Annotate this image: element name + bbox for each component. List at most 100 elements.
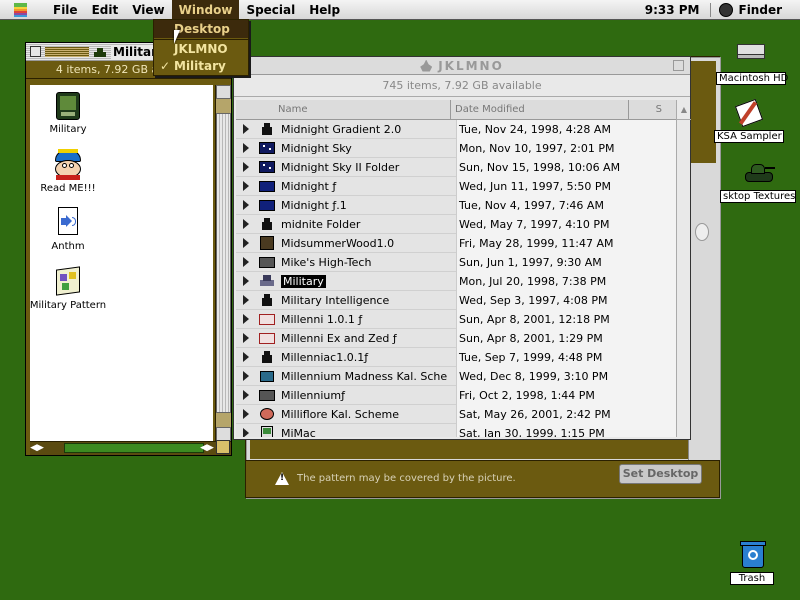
jklmno-titlebar[interactable]: JKLMNO (234, 57, 690, 75)
menu-view[interactable]: View (125, 0, 171, 20)
file-icon-readme[interactable]: Read ME!!! (30, 149, 118, 194)
row-name: Military (281, 274, 326, 288)
icon-label: Anthm (51, 241, 85, 252)
list-row[interactable]: MiMac Sat, Jan 30, 1999, 1:15 PM (236, 423, 676, 437)
disclosure-triangle-icon[interactable] (243, 257, 249, 267)
scroll-up-arrow[interactable] (216, 85, 231, 99)
disclosure-triangle-icon[interactable] (243, 238, 249, 248)
night-sky-icon (259, 141, 275, 155)
sort-direction-icon[interactable]: ▲ (677, 100, 691, 120)
disclosure-triangle-icon[interactable] (243, 200, 249, 210)
menu-edit[interactable]: Edit (85, 0, 126, 20)
desktop-icon-ksa-sampler[interactable]: KSA Sampler (714, 98, 784, 143)
sound-file-icon (52, 207, 84, 239)
disclosure-triangle-icon[interactable] (243, 181, 249, 191)
resize-grow-box[interactable] (216, 440, 230, 454)
list-row[interactable]: Mike's High-Tech Sun, Jun 1, 1997, 9:30 A… (236, 252, 676, 272)
list-row[interactable]: Milliflore Kal. Scheme Sat, May 26, 2001,… (236, 404, 676, 424)
menu-help[interactable]: Help (302, 0, 347, 20)
application-menu[interactable]: Finder (711, 3, 800, 17)
pattern-warning: The pattern may be covered by the pictur… (275, 472, 516, 485)
row-date: Tue, Nov 4, 1997, 7:46 AM (456, 195, 641, 215)
desktop-icon-macintosh-hd[interactable]: Macintosh HD (716, 40, 788, 85)
row-name: Midnight Gradient 2.0 (281, 122, 402, 136)
apple-menu-icon[interactable] (14, 2, 34, 17)
military-tank-icon (259, 274, 275, 288)
dark-folder-icon (259, 198, 275, 212)
file-icon-military[interactable]: Military (30, 90, 118, 135)
list-row[interactable]: Midnight ƒ.1 Tue, Nov 4, 1997, 7:46 AM (236, 195, 676, 215)
disclosure-triangle-icon[interactable] (243, 390, 249, 400)
disclosure-triangle-icon[interactable] (243, 162, 249, 172)
window-menu-item-desktop[interactable]: Desktop (154, 20, 248, 38)
row-name: Millennium Madness Kal. Scheme (281, 369, 448, 383)
pattern-scroll-knob[interactable] (695, 223, 709, 241)
row-size (641, 271, 676, 291)
disclosure-triangle-icon[interactable] (243, 124, 249, 134)
list-row[interactable]: Millenni Ex and Zed ƒ Sun, Apr 8, 2001, 1… (236, 328, 676, 348)
menu-window[interactable]: Window (171, 0, 240, 20)
file-icon-military-pattern[interactable]: Military Pattern (30, 266, 118, 311)
disclosure-triangle-icon[interactable] (243, 276, 249, 286)
window-menu-item-military[interactable]: ✓ Military (154, 57, 248, 75)
vertical-scrollbar[interactable]: ▲ (676, 100, 691, 437)
list-row[interactable]: Midnight ƒ Wed, Jun 11, 1997, 5:50 PM (236, 176, 676, 196)
zoom-box[interactable] (673, 60, 684, 71)
menu-file[interactable]: File (46, 0, 85, 20)
desktop-icon-trash[interactable]: Trash (730, 540, 774, 585)
disclosure-triangle-icon[interactable] (243, 314, 249, 324)
disclosure-triangle-icon[interactable] (243, 143, 249, 153)
row-size (641, 347, 676, 367)
list-row[interactable]: Midnight Sky II Folder Sun, Nov 15, 1998,… (236, 157, 676, 177)
menu-item-label: Desktop (174, 22, 230, 36)
close-box[interactable] (30, 46, 41, 57)
list-row[interactable]: Military Mon, Jul 20, 1998, 7:38 PM (236, 271, 676, 291)
menubar-clock[interactable]: 9:33 PM (645, 3, 711, 17)
row-name: Midnight ƒ (281, 179, 337, 193)
set-desktop-button[interactable]: Set Desktop (619, 464, 702, 484)
icon-label: Military Pattern (30, 300, 107, 311)
row-name: Millenni Ex and Zed ƒ (281, 331, 397, 345)
scroll-thumb[interactable] (64, 443, 204, 453)
scroll-thumb[interactable] (216, 113, 231, 413)
column-header-date[interactable]: Date Modified (451, 100, 629, 120)
disclosure-triangle-icon[interactable] (243, 409, 249, 419)
pattern-warning-text: The pattern may be covered by the pictur… (297, 473, 516, 484)
row-size (641, 195, 676, 215)
list-row[interactable]: Military Intelligence Wed, Sep 3, 1997, 4… (236, 290, 676, 310)
row-date: Sun, Jun 1, 1997, 9:30 AM (456, 252, 641, 272)
list-row[interactable]: Millenni 1.0.1 ƒ Sun, Apr 8, 2001, 12:18 … (236, 309, 676, 329)
list-row[interactable]: Midnight Gradient 2.0 Tue, Nov 24, 1998, … (236, 120, 676, 139)
icon-label: sktop Textures (720, 190, 796, 203)
icon-label: Read ME!!! (40, 183, 96, 194)
list-row[interactable]: Millenniac1.0.1ƒ Tue, Sep 7, 1999, 4:48 P… (236, 347, 676, 367)
wood-icon (259, 236, 275, 250)
disclosure-triangle-icon[interactable] (243, 428, 249, 437)
disclosure-triangle-icon[interactable] (243, 352, 249, 362)
disclosure-triangle-icon[interactable] (243, 219, 249, 229)
column-header-size[interactable]: S (629, 100, 676, 120)
scroll-down-arrow[interactable] (216, 427, 231, 441)
desktop-icon-desktop-textures[interactable]: sktop Textures (720, 158, 796, 203)
vertical-scrollbar[interactable] (215, 85, 231, 441)
row-size (641, 252, 676, 272)
disclosure-triangle-icon[interactable] (243, 295, 249, 305)
scroll-left-arrow[interactable]: ◀▶ (30, 442, 44, 454)
row-size (641, 423, 676, 437)
list-row[interactable]: MidsummerWood1.0 Fri, May 28, 1999, 11:47… (236, 233, 676, 253)
cartman-face-icon (52, 149, 84, 181)
alias-tank-icon (259, 217, 275, 231)
list-row[interactable]: Millennium Madness Kal. Scheme Wed, Dec 8… (236, 366, 676, 386)
column-header-name[interactable]: Name (236, 100, 451, 120)
scroll-right-arrow[interactable]: ◀▶ (200, 442, 214, 454)
horizontal-scrollbar[interactable]: ◀▶ ◀▶ (30, 441, 231, 455)
list-row[interactable]: midnite Folder Wed, May 7, 1997, 4:10 PM (236, 214, 676, 234)
disclosure-triangle-icon[interactable] (243, 333, 249, 343)
file-icon-anthm[interactable]: Anthm (30, 207, 118, 252)
list-row[interactable]: Millenniumƒ Fri, Oct 2, 1998, 1:44 PM (236, 385, 676, 405)
disclosure-triangle-icon[interactable] (243, 371, 249, 381)
menu-special[interactable]: Special (239, 0, 302, 20)
alias-tank-icon (259, 122, 275, 136)
list-row[interactable]: Midnight Sky Mon, Nov 10, 1997, 2:01 PM (236, 138, 676, 158)
window-menu-item-jklmno[interactable]: JKLMNO (154, 41, 248, 57)
